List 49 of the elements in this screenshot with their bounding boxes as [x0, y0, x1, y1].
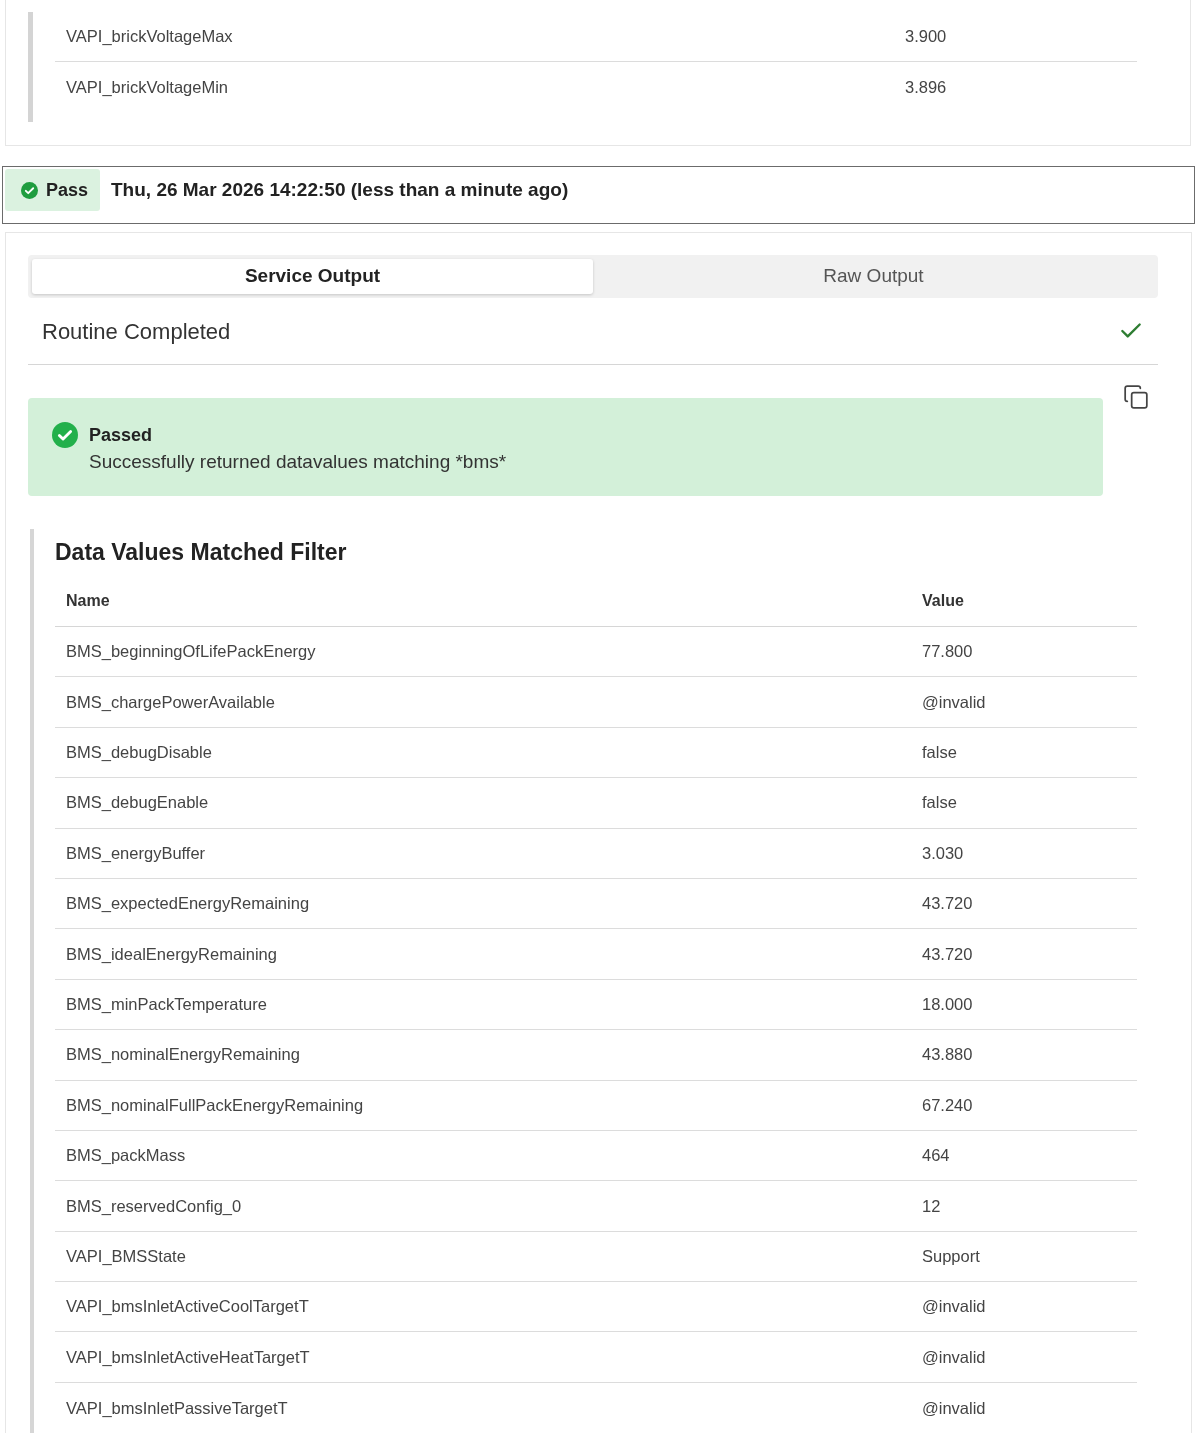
table-cell-text: 18.000 [921, 994, 974, 1016]
table-cell-text: 3.896 [904, 76, 948, 98]
table-cell-text: 3.030 [921, 842, 965, 864]
table-cell-text: 77.800 [921, 641, 974, 663]
table-cell-text: 464 [921, 1145, 951, 1167]
table-cell-text: false [921, 742, 958, 764]
table-cell-text: BMS_nominalFullPackEnergyRemaining [65, 1094, 365, 1116]
check-circle-icon [52, 422, 78, 448]
table-cell-text: 43.880 [921, 1044, 974, 1066]
table-cell-text: BMS_beginningOfLifePackEnergy [65, 641, 317, 663]
table-cell-text: Support [921, 1246, 981, 1267]
table-cell-text: BMS_nominalEnergyRemaining [65, 1044, 301, 1066]
table-cell-text: VAPI_bmsInletPassiveTargetT [65, 1397, 289, 1419]
table-cell-text: false [921, 792, 958, 814]
table-cell-text: BMS_reservedConfig_0 [65, 1195, 243, 1217]
table-cell-text: VAPI_BMSState [65, 1246, 187, 1267]
table-cell-text: BMS_packMass [65, 1145, 187, 1167]
table-cell-text: 67.240 [921, 1094, 974, 1116]
tab[interactable]: Service Output [32, 259, 593, 294]
routine-title: Routine Completed [41, 317, 231, 346]
table-cell-text: BMS_minPackTemperature [65, 994, 268, 1016]
column-header: Value [921, 591, 965, 611]
section-title: Data Values Matched Filter [55, 538, 348, 567]
table-cell-text: 3.900 [904, 26, 948, 48]
copy-icon[interactable] [1123, 384, 1149, 410]
table-cell-text: @invalid [921, 1397, 987, 1419]
alert-message: Successfully returned datavalues matching *bms* [89, 450, 507, 474]
table-cell-text: 43.720 [921, 893, 974, 915]
check-circle-icon [21, 181, 38, 199]
table-cell-text: 12 [921, 1195, 942, 1217]
table-cell-text: VAPI_bmsInletActiveCoolTargetT [65, 1296, 310, 1318]
table-cell-text: VAPI_bmsInletActiveHeatTargetT [65, 1346, 311, 1368]
tab[interactable]: Raw Output [593, 259, 1154, 294]
timestamp: Thu, 26 Mar 2026 14:22:50 (less than a minute ago) [111, 177, 569, 202]
table-cell-text: BMS_chargePowerAvailable [65, 691, 276, 713]
table-cell-text: BMS_debugEnable [65, 792, 210, 814]
table-cell-text: @invalid [921, 691, 987, 713]
table-cell-text: BMS_idealEnergyRemaining [65, 943, 278, 965]
table-cell-text: BMS_debugDisable [65, 742, 213, 764]
table-cell-text: VAPI_brickVoltageMin [65, 76, 230, 98]
table-cell-text: @invalid [921, 1346, 987, 1368]
table-cell-text: VAPI_brickVoltageMax [65, 26, 234, 48]
table-cell-text: BMS_expectedEnergyRemaining [65, 893, 311, 915]
table-cell-text: BMS_energyBuffer [65, 842, 207, 864]
column-header: Name [65, 591, 111, 611]
status-label: Pass [46, 178, 89, 202]
alert-title: Passed [89, 424, 154, 447]
table-cell-text: @invalid [921, 1296, 987, 1318]
table-cell-text: 43.720 [921, 943, 974, 965]
